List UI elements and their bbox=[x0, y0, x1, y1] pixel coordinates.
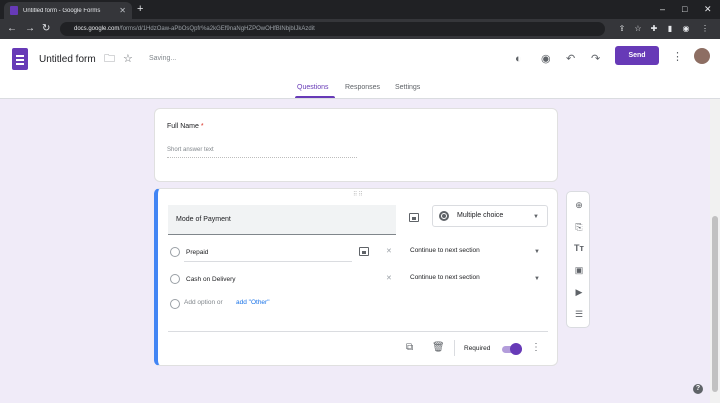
drag-handle-icon[interactable]: ⠿⠿ bbox=[353, 191, 364, 198]
card-footer-divider bbox=[168, 331, 548, 332]
option-radio bbox=[170, 247, 180, 257]
palette-icon[interactable]: ◐ bbox=[515, 52, 522, 66]
goto-section-select[interactable]: Continue to next section bbox=[410, 247, 480, 254]
star-icon[interactable]: ☆ bbox=[123, 52, 133, 66]
more-vert-icon[interactable]: ⋮ bbox=[672, 51, 683, 63]
or-text: or bbox=[216, 299, 223, 306]
url-host: docs.google.com bbox=[74, 26, 120, 32]
add-title-icon[interactable]: Tт bbox=[573, 242, 585, 254]
option-label[interactable]: Prepaid bbox=[186, 249, 208, 256]
form-tabs: Questions Responses Settings bbox=[0, 82, 720, 99]
tab-questions[interactable]: Questions bbox=[297, 84, 329, 91]
radio-type-icon bbox=[439, 211, 449, 221]
remove-option-icon[interactable]: ✕ bbox=[386, 274, 392, 282]
browser-toolbar: ← → ↻ docs.google.com/forms/d/1HdzOaw-aP… bbox=[0, 19, 720, 39]
add-option-link[interactable]: Add option or bbox=[184, 299, 223, 306]
import-questions-icon[interactable]: ⎘ bbox=[573, 221, 585, 233]
goto-section-select[interactable]: Continue to next section bbox=[410, 274, 480, 281]
required-label: Required bbox=[464, 345, 491, 352]
address-bar[interactable]: docs.google.com/forms/d/1HdzOaw-aPbOsQpf… bbox=[60, 22, 605, 36]
send-button[interactable]: Send bbox=[615, 46, 659, 65]
add-other-link[interactable]: add "Other" bbox=[236, 299, 270, 306]
question-card-full-name[interactable]: Full Name * Short answer text bbox=[154, 108, 558, 182]
tab-responses[interactable]: Responses bbox=[345, 84, 380, 91]
forms-header: Untitled form 🗀 ☆ Saving... ◐ ◉ ↶ ↷ Send… bbox=[0, 39, 720, 99]
chevron-down-icon[interactable]: ▼ bbox=[534, 249, 540, 255]
tab-settings[interactable]: Settings bbox=[395, 84, 420, 91]
option-radio bbox=[170, 274, 180, 284]
add-question-icon[interactable]: ⊕ bbox=[573, 199, 585, 211]
browser-tab[interactable]: Untitled form - Google Forms ✕ bbox=[4, 2, 132, 19]
preview-icon[interactable]: ◉ bbox=[541, 52, 551, 66]
new-tab-button[interactable]: + bbox=[137, 3, 143, 15]
tab-title: Untitled form - Google Forms bbox=[23, 7, 101, 14]
chevron-down-icon[interactable]: ▼ bbox=[534, 276, 540, 282]
save-status: Saving... bbox=[149, 55, 177, 62]
profile-icon[interactable]: ◉ bbox=[681, 24, 691, 34]
option-radio bbox=[170, 299, 180, 309]
question-title-input[interactable]: Mode of Payment bbox=[168, 205, 396, 235]
question-title: Full Name * bbox=[167, 123, 204, 130]
add-image-icon[interactable]: ▣ bbox=[573, 264, 585, 276]
minimize-button[interactable]: – bbox=[660, 3, 665, 15]
footer-separator bbox=[454, 340, 455, 356]
bookmark-star-icon[interactable]: ☆ bbox=[633, 24, 643, 34]
help-icon[interactable]: ? bbox=[693, 384, 703, 394]
delete-icon[interactable]: 🗑 bbox=[432, 342, 445, 354]
back-button[interactable]: ← bbox=[7, 23, 17, 35]
maximize-button[interactable]: □ bbox=[682, 3, 687, 15]
share-icon[interactable]: ⇪ bbox=[617, 24, 627, 34]
browser-menu-icon[interactable]: ⋮ bbox=[700, 24, 710, 34]
add-section-icon[interactable]: ☰ bbox=[573, 308, 585, 320]
extensions-icon[interactable]: ✚ bbox=[649, 24, 659, 34]
question-type-dropdown[interactable]: Multiple choice ▼ bbox=[432, 205, 548, 227]
add-image-icon[interactable] bbox=[409, 213, 419, 222]
forms-logo-icon[interactable] bbox=[12, 48, 28, 70]
folder-icon[interactable]: 🗀 bbox=[104, 52, 115, 66]
undo-icon[interactable]: ↶ bbox=[566, 52, 575, 66]
required-toggle-thumb[interactable] bbox=[510, 343, 522, 355]
chevron-down-icon: ▼ bbox=[533, 214, 539, 220]
add-video-icon[interactable]: ▶ bbox=[573, 286, 585, 298]
scrollbar-thumb[interactable] bbox=[712, 216, 718, 392]
question-type-label: Multiple choice bbox=[457, 212, 504, 219]
duplicate-icon[interactable]: ⧉ bbox=[406, 342, 413, 354]
avatar[interactable] bbox=[694, 48, 710, 64]
short-answer-placeholder: Short answer text bbox=[167, 147, 357, 158]
add-option-text[interactable]: Add option bbox=[184, 299, 215, 306]
browser-tab-strip: Untitled form - Google Forms ✕ + – □ ✕ bbox=[0, 0, 720, 19]
redo-icon[interactable]: ↷ bbox=[591, 52, 600, 66]
floating-toolbar: ⊕ ⎘ Tт ▣ ▶ ☰ bbox=[566, 191, 590, 328]
option-image-icon[interactable] bbox=[359, 247, 369, 256]
reading-list-icon[interactable]: ▮ bbox=[665, 24, 675, 34]
forward-button[interactable]: → bbox=[25, 23, 35, 35]
question-title-text: Full Name bbox=[167, 123, 199, 130]
tab-close-icon[interactable]: ✕ bbox=[119, 6, 126, 15]
active-tab-indicator bbox=[295, 96, 335, 98]
reload-button[interactable]: ↻ bbox=[42, 23, 50, 35]
url-path: /forms/d/1HdzOaw-aPbOsQpfr%a2kGEf9naNgHZ… bbox=[119, 26, 315, 32]
question-more-icon[interactable]: ⋮ bbox=[531, 342, 541, 354]
option-label[interactable]: Cash on Delivery bbox=[186, 276, 236, 283]
question-card-mode-of-payment[interactable]: ⠿⠿ Mode of Payment Multiple choice ▼ Pre… bbox=[154, 188, 558, 366]
form-title[interactable]: Untitled form bbox=[39, 54, 96, 65]
remove-option-icon[interactable]: ✕ bbox=[386, 247, 392, 255]
close-window-button[interactable]: ✕ bbox=[704, 3, 712, 15]
option-underline bbox=[184, 261, 352, 262]
required-asterisk: * bbox=[200, 123, 204, 130]
forms-favicon-icon bbox=[10, 6, 18, 15]
